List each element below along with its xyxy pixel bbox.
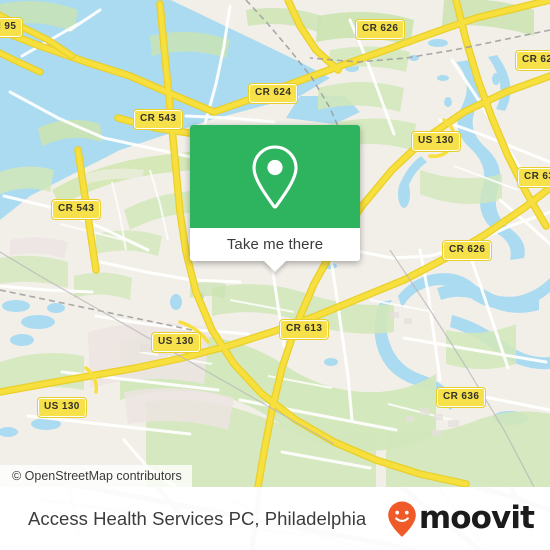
road-shield-cr-632: CR 632 bbox=[516, 167, 550, 188]
take-me-there-label: Take me there bbox=[226, 236, 324, 253]
callout-header bbox=[190, 125, 360, 228]
moovit-map-screenshot: I 95 CR 543 CR 624 CR 626 CR 629 US 130 … bbox=[0, 0, 550, 550]
road-shield-cr-626-east: CR 626 bbox=[441, 240, 493, 261]
moovit-pin-icon bbox=[388, 501, 416, 537]
place-title: Access Health Services PC, Philadelphia bbox=[28, 507, 367, 529]
map-attribution: © OpenStreetMap contributors bbox=[0, 465, 192, 487]
road-shield-cr-636: CR 636 bbox=[435, 387, 487, 408]
road-shield-cr-624: CR 624 bbox=[247, 83, 299, 104]
location-callout-card[interactable]: Take me there bbox=[190, 125, 360, 272]
road-shield-us-130-southwest: US 130 bbox=[37, 397, 87, 418]
footer-bar: Access Health Services PC, Philadelphia … bbox=[0, 487, 550, 550]
take-me-there-button[interactable]: Take me there bbox=[190, 228, 360, 261]
road-shield-i-95: I 95 bbox=[0, 17, 24, 38]
road-shield-us-130-central: US 130 bbox=[151, 332, 201, 353]
road-shield-cr-629: CR 629 bbox=[514, 50, 550, 71]
road-shield-cr-543-west: CR 543 bbox=[50, 199, 102, 220]
road-shield-cr-543-upper: CR 543 bbox=[132, 109, 184, 130]
road-shield-cr-613: CR 613 bbox=[278, 319, 330, 340]
road-shield-us-130-north: US 130 bbox=[411, 131, 461, 152]
moovit-logo[interactable]: moovit bbox=[387, 500, 535, 538]
footer-content: Access Health Services PC, Philadelphia … bbox=[0, 487, 550, 550]
map-canvas[interactable]: I 95 CR 543 CR 624 CR 626 CR 629 US 130 … bbox=[0, 0, 550, 487]
callout-pointer-tail bbox=[263, 260, 287, 272]
map-pin-icon bbox=[252, 144, 298, 209]
attribution-text: © OpenStreetMap contributors bbox=[12, 469, 182, 483]
road-shield-cr-626-north: CR 626 bbox=[354, 19, 406, 40]
moovit-wordmark: moovit bbox=[418, 500, 535, 536]
